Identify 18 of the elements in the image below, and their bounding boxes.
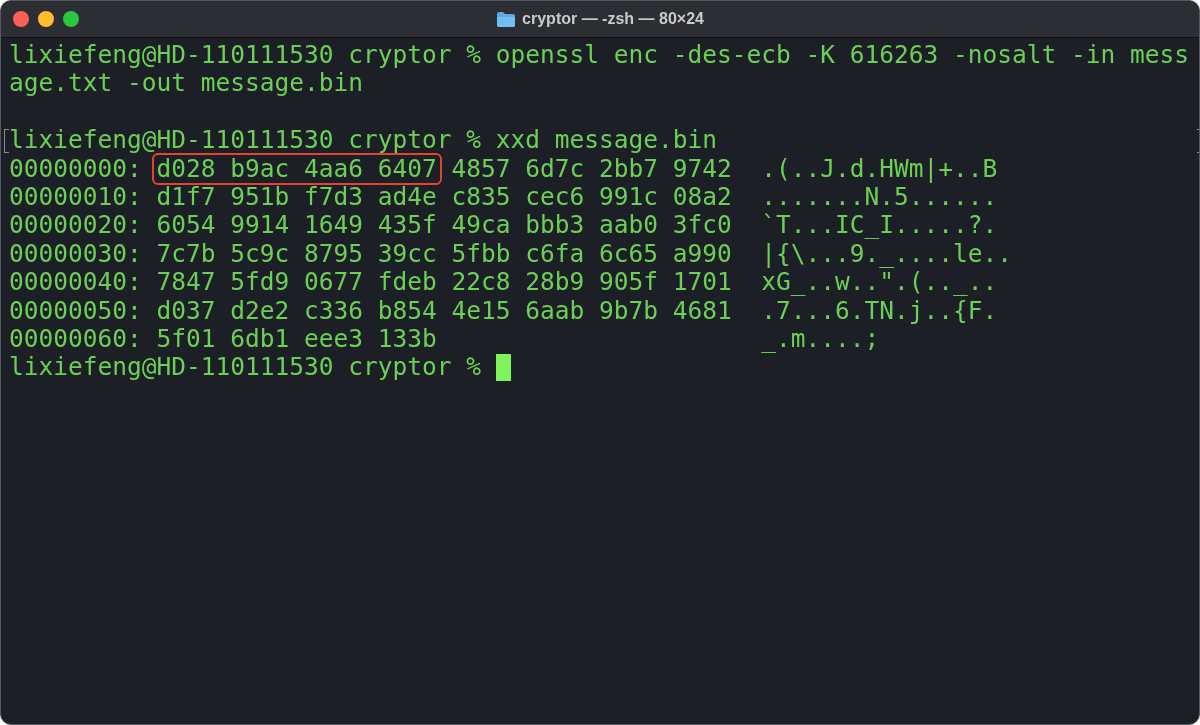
terminal-line: 00000060: 5f01 6db1 eee3 133b _.m....; bbox=[9, 324, 880, 354]
terminal-line: 00000040: 7847 5fd9 0677 fdeb 22c8 28b9 905f 1701 xG_..w..".(.._.. bbox=[9, 268, 998, 297]
terminal-line: lixiefeng@HD-110111530 cryptor % openssl enc -des-ecb -K 616263 -nosalt -in mess bbox=[9, 41, 1190, 70]
terminal-line: age.txt -out message.bin bbox=[9, 69, 363, 98]
terminal-line: 00000020: 6054 9914 1649 435f 49ca bbb3 aab0 3fc0 `T...IC_I.....?. bbox=[9, 211, 998, 240]
maximize-button[interactable] bbox=[63, 11, 79, 27]
terminal-line: 00000010: d1f7 951b f7d3 ad4e c835 cec6 991c 08a2 .......N.5...... bbox=[9, 182, 998, 212]
terminal-line: 00000030: 7c7b 5c9c 8795 39cc 5fbb c6fa 6c65 a990 |{\...9._....le.. bbox=[9, 239, 1013, 269]
close-button[interactable] bbox=[13, 11, 29, 27]
terminal-line: 00000050: d037 d2e2 c336 b854 4e15 6aab 9b7b 4681 .7...6.TN.j..{F. bbox=[9, 296, 998, 325]
terminal-line: lixiefeng@HD-110111530 cryptor % xxd message.bin bbox=[9, 126, 717, 155]
terminal-line: 4857 6d7c 2bb7 9742 .(..J.d.HWm|+..B bbox=[450, 154, 998, 183]
minimize-button[interactable] bbox=[38, 11, 54, 27]
terminal-line: lixiefeng@HD-110111530 cryptor % bbox=[9, 353, 482, 382]
folder-icon bbox=[496, 10, 517, 28]
highlighted-text: d028 b9ac 4aa6 6407 bbox=[151, 152, 442, 185]
window-title: cryptor — -zsh — 80×24 bbox=[522, 10, 704, 28]
terminal-line: 00000000: bbox=[9, 154, 143, 183]
